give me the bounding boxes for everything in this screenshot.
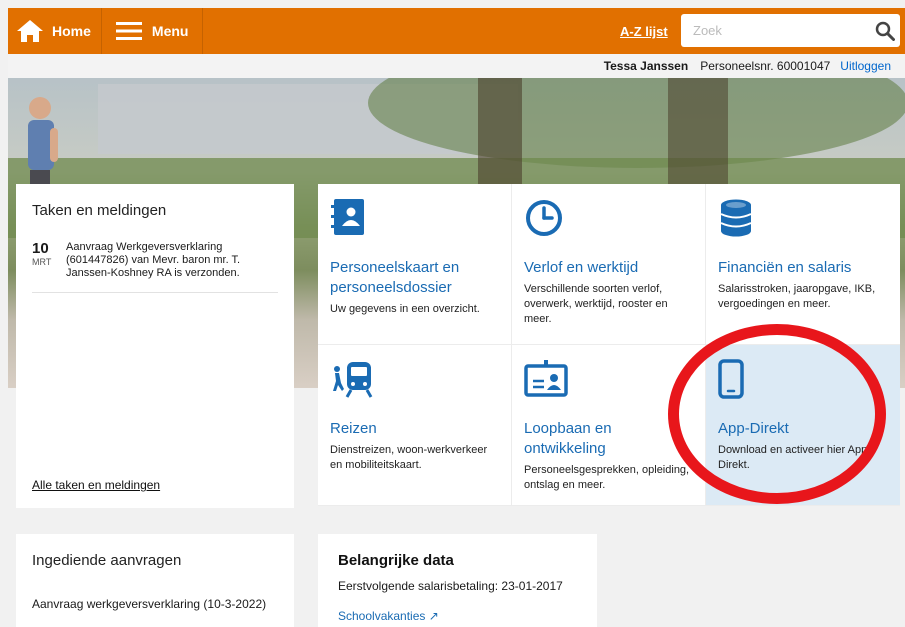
top-navigation-bar: Home Menu A-Z lijst (8, 8, 905, 54)
tile-financien[interactable]: Financiën en salaris Salarisstroken, jaa… (706, 184, 900, 345)
important-title: Belangrijke data (338, 552, 454, 569)
az-list-link[interactable]: A-Z lijst (620, 24, 668, 39)
home-label: Home (52, 23, 91, 39)
tile-description: Uw gegevens in een overzicht. (330, 303, 480, 315)
next-salary-payment: Eerstvolgende salarisbetaling: 23-01-201… (338, 579, 563, 593)
menu-label: Menu (151, 23, 189, 39)
tile-personeelskaart[interactable]: Personeelskaart en personeelsdossier Uw … (318, 184, 512, 345)
task-text: Aanvraag Werkgeversverklaring (601447826… (66, 241, 241, 279)
tile-title: Loopbaan en ontwikkeling (524, 420, 612, 457)
search-icon[interactable] (870, 14, 900, 47)
submitted-title: Ingediende aanvragen (32, 552, 182, 569)
home-button[interactable]: Home (8, 8, 102, 54)
user-bar: Tessa Janssen Personeelsnr. 60001047 Uit… (8, 54, 905, 78)
smartphone-icon (718, 359, 888, 403)
submitted-request-item[interactable]: Aanvraag werkgeversverklaring (10-3-2022… (32, 597, 278, 611)
employee-number: Personeelsnr. 60001047 (700, 59, 831, 73)
tile-description: Personeelsgesprekken, opleiding, ontslag… (524, 464, 690, 491)
menu-button[interactable]: Menu (102, 8, 204, 54)
task-date: 10 MRT (32, 241, 66, 280)
tile-verlof[interactable]: Verlof en werktijd Verschillende soorten… (512, 184, 706, 345)
search-box (681, 14, 900, 47)
id-badge-icon (524, 359, 693, 403)
tile-description: Verschillende soorten verlof, overwerk, … (524, 283, 668, 325)
tile-description: Download en activeer hier App-Direkt. (718, 444, 871, 471)
tile-loopbaan[interactable]: Loopbaan en ontwikkeling Personeelsgespr… (512, 345, 706, 506)
all-tasks-link[interactable]: Alle taken en meldingen (32, 478, 160, 492)
search-input[interactable] (681, 14, 870, 47)
address-book-icon (330, 198, 499, 242)
task-item[interactable]: 10 MRT Aanvraag Werkgeversverklaring (60… (32, 241, 278, 293)
hero-tree-canopy (368, 78, 905, 168)
user-name: Tessa Janssen (603, 59, 689, 73)
clock-icon (524, 198, 693, 242)
important-dates-panel: Belangrijke data Eerstvolgende salarisbe… (318, 534, 597, 627)
tasks-title: Taken en meldingen (32, 202, 167, 219)
tile-title: Reizen (330, 420, 377, 437)
tile-title: App-Direkt (718, 420, 789, 437)
home-icon (17, 20, 43, 42)
tile-app-direkt[interactable]: App-Direkt Download en activeer hier App… (706, 345, 900, 506)
coins-icon (718, 198, 888, 242)
task-day: 10 (32, 240, 49, 257)
school-holidays-link[interactable]: Schoolvakanties ↗ (338, 609, 577, 623)
tile-title: Financiën en salaris (718, 259, 852, 276)
submitted-requests-panel: Ingediende aanvragen Aanvraag werkgevers… (16, 534, 294, 627)
logout-link[interactable]: Uitloggen (840, 59, 891, 73)
tile-description: Salarisstroken, jaaropgave, IKB, vergoed… (718, 283, 876, 310)
hamburger-icon (115, 22, 142, 40)
travel-icon (330, 359, 499, 403)
tile-reizen[interactable]: Reizen Dienstreizen, woon-werkverkeer en… (318, 345, 512, 506)
tasks-panel: Taken en meldingen 10 MRT Aanvraag Werkg… (16, 184, 294, 508)
tile-title: Personeelskaart en personeelsdossier (330, 259, 460, 296)
task-month: MRT (32, 257, 52, 267)
tile-title: Verlof en werktijd (524, 259, 639, 276)
tile-description: Dienstreizen, woon-werkverkeer en mobili… (330, 444, 488, 471)
